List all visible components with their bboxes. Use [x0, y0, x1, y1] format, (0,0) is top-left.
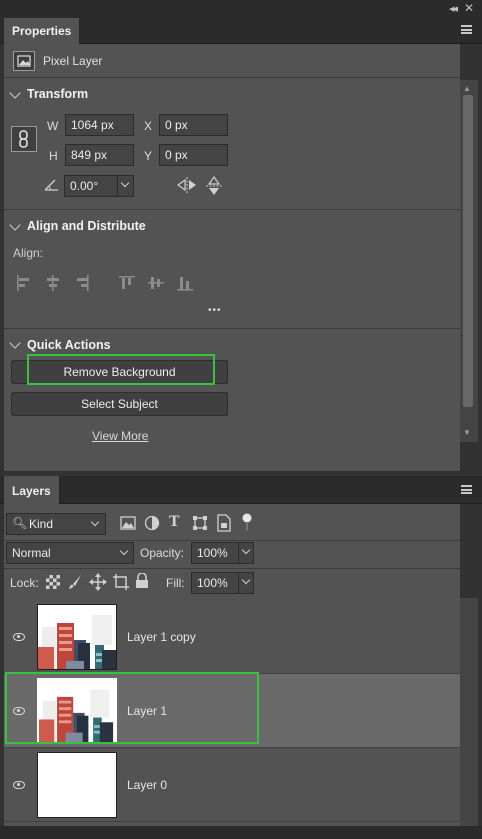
filter-type-layers-icon[interactable]: T — [169, 514, 179, 530]
align-right-edges-icon[interactable] — [73, 274, 91, 292]
remove-background-button[interactable]: Remove Background — [11, 360, 228, 384]
select-subject-button[interactable]: Select Subject — [11, 392, 228, 416]
opacity-label: Opacity: — [140, 546, 185, 560]
fill-field[interactable]: 100% — [191, 572, 254, 594]
angle-field[interactable]: 0.00° — [64, 175, 134, 197]
y-field[interactable]: 0 px — [159, 144, 228, 166]
lock-position-icon[interactable] — [89, 573, 107, 594]
layer-name[interactable]: Layer 0 — [127, 778, 167, 792]
fill-label: Fill: — [166, 576, 185, 590]
quick-actions-title[interactable]: Quick Actions — [27, 338, 111, 352]
angle-value: 0.00° — [70, 179, 99, 193]
opacity-field[interactable]: 100% — [191, 542, 254, 564]
x-field[interactable]: 0 px — [159, 114, 228, 136]
filter-toggle-icon[interactable] — [241, 512, 253, 535]
search-icon: 🔍︎ — [12, 516, 28, 530]
layer-row-layer-0[interactable]: Layer 0 — [4, 748, 460, 822]
scroll-down-icon[interactable]: ▼ — [463, 428, 471, 437]
link-proportions-icon[interactable] — [11, 126, 37, 152]
layer-thumbnail — [37, 752, 117, 818]
align-top-edges-icon[interactable] — [118, 274, 136, 292]
flip-vertical-icon[interactable] — [205, 175, 223, 200]
lock-transparent-pixels-icon[interactable] — [46, 575, 60, 592]
properties-scrollbar[interactable]: ▲ ▼ — [460, 80, 478, 442]
divider — [4, 568, 460, 569]
tab-properties[interactable]: Properties — [4, 18, 81, 44]
divider — [4, 209, 460, 210]
width-label: W — [47, 119, 59, 133]
close-panel-icon[interactable]: ✕ — [464, 1, 474, 15]
view-more-link[interactable]: View More — [92, 429, 148, 443]
width-field[interactable]: 1064 px — [65, 114, 134, 136]
blend-mode-select[interactable]: Normal — [6, 542, 134, 564]
align-title[interactable]: Align and Distribute — [27, 219, 146, 233]
align-bottom-edges-icon[interactable] — [176, 274, 194, 292]
filter-kind-select[interactable]: 🔍︎ Kind — [6, 513, 106, 535]
height-label: H — [49, 149, 58, 163]
lock-artboard-icon[interactable] — [112, 573, 130, 594]
align-left-edges-icon[interactable] — [15, 274, 33, 292]
quick-actions-chevron-icon[interactable] — [9, 337, 21, 349]
x-label: X — [144, 119, 153, 133]
pixel-layer-icon — [13, 51, 35, 71]
layer-name[interactable]: Layer 1 — [127, 704, 167, 718]
divider — [4, 77, 460, 78]
align-chevron-icon[interactable] — [9, 219, 21, 231]
opacity-value: 100% — [197, 546, 228, 560]
divider — [4, 540, 460, 541]
transform-title[interactable]: Transform — [27, 87, 88, 101]
align-vertical-centers-icon[interactable] — [147, 274, 165, 292]
flip-horizontal-icon[interactable] — [176, 176, 198, 197]
properties-panel: Pixel Layer Transform W 1064 px X 0 px H… — [4, 44, 460, 471]
y-label: Y — [144, 149, 153, 163]
angle-dropdown-chevron-icon[interactable] — [117, 176, 133, 196]
divider — [4, 328, 460, 329]
visibility-eye-icon[interactable] — [13, 707, 25, 715]
fill-value: 100% — [197, 576, 228, 590]
angle-icon — [44, 178, 60, 195]
filter-pixel-layers-icon[interactable] — [120, 516, 136, 533]
lock-all-icon[interactable] — [135, 572, 149, 592]
layers-footer — [0, 826, 482, 839]
visibility-eye-icon[interactable] — [13, 781, 25, 789]
blend-mode-value: Normal — [12, 546, 51, 560]
layer-row-layer-1-copy[interactable]: Layer 1 copy — [4, 600, 460, 674]
scrollbar-thumb[interactable] — [463, 95, 473, 407]
properties-menu-icon[interactable] — [461, 25, 472, 34]
height-field[interactable]: 849 px — [65, 144, 134, 166]
visibility-eye-icon[interactable] — [13, 633, 25, 641]
blend-mode-chevron-icon[interactable] — [119, 546, 129, 556]
layer-name[interactable]: Layer 1 copy — [127, 630, 196, 644]
filter-shape-layers-icon[interactable] — [192, 515, 208, 534]
opacity-dropdown-chevron-icon[interactable] — [238, 543, 253, 563]
more-options-button[interactable]: ••• — [208, 305, 222, 316]
layers-scrollbar[interactable] — [460, 598, 478, 826]
layer-kind-label: Pixel Layer — [43, 54, 103, 68]
layer-row-layer-1[interactable]: Layer 1 — [4, 674, 460, 748]
layer-thumbnail — [37, 604, 117, 670]
layers-tab-bar: Layers — [0, 476, 482, 504]
align-horizontal-centers-icon[interactable] — [44, 274, 62, 292]
tab-layers[interactable]: Layers — [4, 476, 60, 504]
filter-dropdown-chevron-icon[interactable] — [90, 517, 100, 527]
scroll-up-icon[interactable]: ▲ — [463, 84, 471, 93]
collapse-panels-icon[interactable]: ◂◂ — [449, 2, 458, 15]
filter-smart-objects-icon[interactable] — [216, 514, 232, 535]
lock-image-pixels-icon[interactable] — [67, 574, 83, 593]
panel-top-strip — [0, 0, 482, 18]
layers-menu-icon[interactable] — [461, 485, 472, 494]
transform-chevron-icon[interactable] — [9, 87, 21, 99]
fill-dropdown-chevron-icon[interactable] — [238, 573, 253, 593]
lock-label: Lock: — [10, 576, 39, 590]
layer-thumbnail — [37, 678, 117, 744]
align-label: Align: — [13, 246, 44, 260]
properties-tab-bar: Properties — [0, 18, 482, 44]
filter-kind-value: Kind — [29, 517, 54, 531]
filter-adjustment-layers-icon[interactable] — [144, 515, 160, 534]
